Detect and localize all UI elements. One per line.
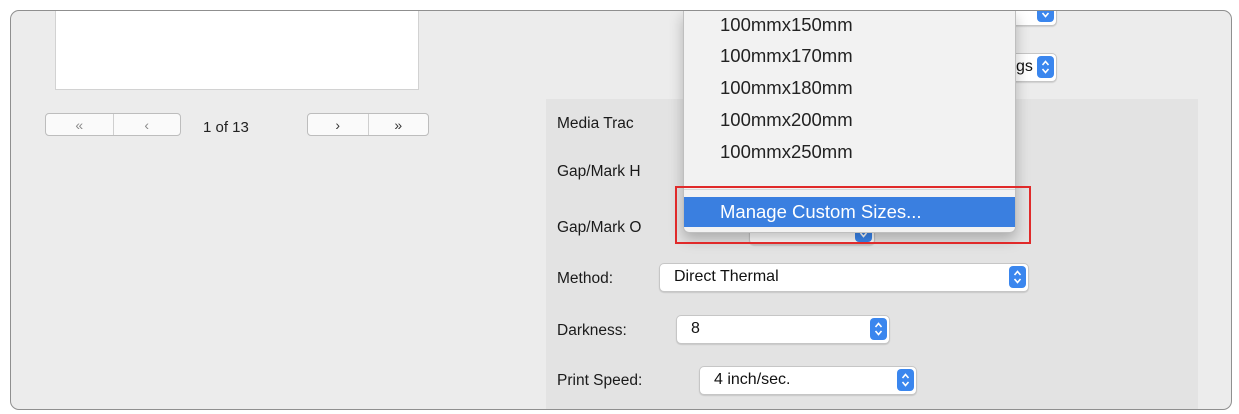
menu-item-paper-size[interactable]: 100mmx150mm bbox=[720, 14, 853, 36]
popup-stepper-icon bbox=[1037, 56, 1054, 78]
method-label: Method: bbox=[557, 270, 614, 287]
previous-page-button[interactable]: ‹ bbox=[112, 114, 181, 135]
page-preview bbox=[55, 11, 419, 90]
menu-item-paper-size[interactable]: 100mmx200mm bbox=[720, 109, 853, 131]
print-speed-popup[interactable]: 4 inch/sec. bbox=[699, 366, 917, 395]
popup-stepper-icon bbox=[870, 318, 887, 340]
first-page-button[interactable]: « bbox=[46, 114, 113, 135]
darkness-value: 8 bbox=[691, 320, 700, 337]
method-value: Direct Thermal bbox=[674, 268, 779, 285]
method-popup[interactable]: Direct Thermal bbox=[659, 263, 1029, 292]
popup-stepper-icon bbox=[897, 369, 914, 391]
media-tracking-label: Media Trac bbox=[557, 115, 634, 132]
callout-highlight-box bbox=[675, 186, 1031, 244]
darkness-label: Darkness: bbox=[557, 322, 627, 339]
last-page-button[interactable]: » bbox=[367, 114, 429, 135]
next-page-button[interactable]: › bbox=[308, 114, 368, 135]
menu-item-paper-size[interactable]: 100mmx170mm bbox=[720, 45, 853, 67]
darkness-popup[interactable]: 8 bbox=[676, 315, 890, 344]
double-chevron-left-icon: « bbox=[75, 116, 84, 133]
settings-popup-value: gs bbox=[1016, 58, 1033, 75]
double-chevron-right-icon: » bbox=[394, 116, 403, 133]
menu-item-paper-size[interactable]: 100mmx180mm bbox=[720, 77, 853, 99]
chevron-right-icon: › bbox=[335, 116, 341, 133]
print-speed-value: 4 inch/sec. bbox=[714, 371, 791, 388]
print-dialog-window: « ‹ 1 of 13 › » gs Media Trac Gap/Mark H… bbox=[10, 10, 1232, 410]
pager-forward-group: › » bbox=[307, 113, 429, 136]
page-counter: 1 of 13 bbox=[203, 119, 249, 136]
chevron-left-icon: ‹ bbox=[144, 116, 150, 133]
print-speed-label: Print Speed: bbox=[557, 372, 643, 389]
gap-mark-height-label: Gap/Mark H bbox=[557, 163, 641, 180]
pager-back-group: « ‹ bbox=[45, 113, 181, 136]
gap-mark-offset-label: Gap/Mark O bbox=[557, 219, 642, 236]
popup-stepper-icon bbox=[1037, 11, 1054, 22]
menu-item-paper-size[interactable]: 100mmx250mm bbox=[720, 141, 853, 163]
popup-stepper-icon bbox=[1009, 266, 1026, 288]
